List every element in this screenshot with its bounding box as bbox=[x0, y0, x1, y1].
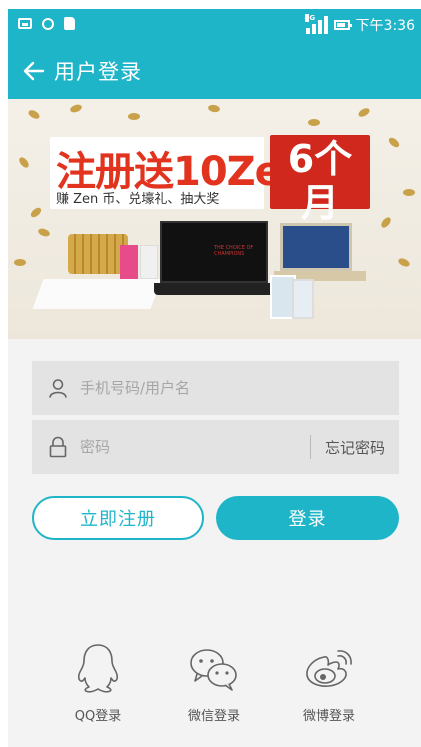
power-bank-image bbox=[120, 245, 138, 279]
wechat-login-label: 微信登录 bbox=[187, 709, 240, 724]
qq-login-button[interactable]: QQ登录 bbox=[53, 641, 143, 724]
gold-coins-image bbox=[68, 234, 128, 274]
password-input[interactable] bbox=[80, 438, 310, 456]
promo-subline: 赚 Zen 币、兑壕礼、抽大奖 bbox=[56, 192, 220, 207]
username-field[interactable] bbox=[32, 361, 399, 415]
weibo-icon bbox=[306, 650, 352, 687]
back-button[interactable] bbox=[16, 53, 52, 89]
brochure-image bbox=[32, 279, 162, 309]
qq-icon bbox=[77, 644, 119, 693]
warranty-badge: 6个月 电池延保 bbox=[270, 135, 370, 248]
gift-box-image bbox=[140, 245, 158, 279]
tablet-image bbox=[280, 223, 352, 271]
user-icon bbox=[36, 361, 80, 415]
status-bar: 4G 下午3:36 bbox=[8, 9, 421, 43]
battery-icon bbox=[333, 20, 352, 30]
wechat-login-button[interactable]: 微信登录 bbox=[169, 641, 259, 724]
back-arrow-icon bbox=[23, 61, 45, 81]
app-bar: 用户登录 bbox=[8, 43, 421, 99]
warranty-months: 6个月 bbox=[287, 137, 353, 225]
promo-headline-card: 注册送10Zen币 赚 Zen 币、兑壕礼、抽大奖 bbox=[50, 137, 348, 209]
login-button[interactable]: 登录 bbox=[216, 496, 399, 540]
page-title: 用户登录 bbox=[54, 60, 142, 84]
login-screen: 4G 下午3:36 用户登录 注册送10Zen币 赚 Zen 币、兑壕礼、抽大奖… bbox=[8, 9, 421, 747]
sync-notification-icon bbox=[42, 17, 54, 30]
phone-image-2 bbox=[292, 279, 314, 319]
register-button[interactable]: 立即注册 bbox=[32, 496, 204, 540]
weibo-login-label: 微博登录 bbox=[302, 709, 355, 724]
forgot-password-link[interactable]: 忘记密码 bbox=[325, 437, 385, 458]
weibo-login-button[interactable]: 微博登录 bbox=[284, 641, 374, 724]
message-notification-icon bbox=[18, 18, 32, 29]
username-input[interactable] bbox=[80, 379, 399, 397]
laptop-screen-text: THE CHOICE OF CHAMPIONS bbox=[214, 245, 254, 257]
status-time: 下午3:36 bbox=[355, 18, 415, 34]
signal-icon: 4G bbox=[304, 14, 328, 34]
lock-icon bbox=[36, 420, 80, 474]
qq-login-label: QQ登录 bbox=[74, 709, 122, 724]
sd-card-icon bbox=[64, 17, 75, 30]
laptop-image: THE CHOICE OF CHAMPIONS bbox=[160, 221, 268, 283]
laptop-base-image bbox=[154, 283, 274, 295]
wechat-icon bbox=[190, 649, 237, 691]
password-field[interactable]: 忘记密码 bbox=[32, 420, 399, 474]
field-divider bbox=[309, 435, 311, 459]
network-type: 4G bbox=[304, 14, 316, 22]
promo-banner[interactable]: 注册送10Zen币 赚 Zen 币、兑壕礼、抽大奖 6个月 电池延保 THE C… bbox=[8, 99, 421, 339]
